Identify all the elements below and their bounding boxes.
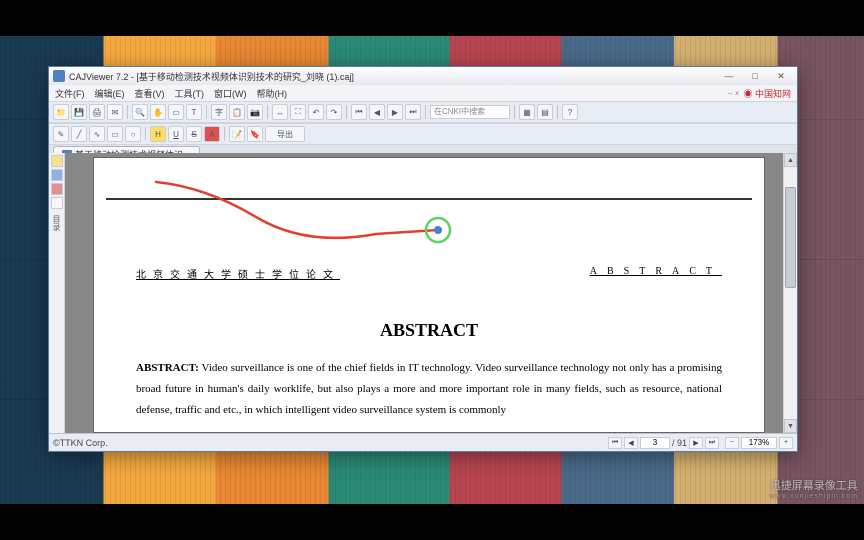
- pen-annotation: [146, 172, 466, 262]
- layout-button-1[interactable]: ▦: [519, 104, 535, 120]
- abstract-label: ABSTRACT:: [136, 362, 199, 374]
- zoom-level-input[interactable]: [741, 437, 777, 449]
- status-prev-button[interactable]: ◀: [624, 437, 638, 449]
- rotate-right-button[interactable]: ↷: [326, 104, 342, 120]
- scroll-track[interactable]: [784, 167, 797, 419]
- search-button[interactable]: 🔍: [132, 104, 148, 120]
- strikethrough-button[interactable]: S: [186, 126, 202, 142]
- cnki-search-input[interactable]: 在CNKI中搜索: [430, 105, 510, 119]
- sidebar-tools: 目录: [49, 153, 65, 433]
- eraser-tool[interactable]: [51, 197, 63, 209]
- highlight-button[interactable]: H: [150, 126, 166, 142]
- page-total-label: / 91: [672, 438, 687, 448]
- export-button[interactable]: 导出: [265, 126, 305, 142]
- menu-help[interactable]: 帮助(H): [257, 87, 288, 100]
- menu-window[interactable]: 窗口(W): [214, 87, 247, 100]
- scroll-thumb[interactable]: [785, 187, 796, 288]
- select-button[interactable]: ▭: [168, 104, 184, 120]
- page-number-input[interactable]: [640, 437, 670, 449]
- mail-button[interactable]: ✉: [107, 104, 123, 120]
- abstract-text: Video surveillance is one of the chief f…: [136, 362, 722, 416]
- mdi-buttons[interactable]: – ×: [728, 89, 739, 98]
- page-navigation: ⏮ ◀ / 91 ▶ ⏭: [608, 437, 719, 449]
- header-chinese: 北京交通大学硕士学位论文: [136, 266, 340, 281]
- recorder-watermark: 迅捷屏幕录像工具 www.xunjieshipin.com: [770, 477, 858, 500]
- titlebar[interactable]: CAJViewer 7.2 - [基于移动检测技术视频体识别技术的研究_刘晓 (…: [49, 67, 797, 85]
- document-viewport[interactable]: 北京交通大学硕士学位论文 ABSTRACT ABSTRACT ABSTRACT:…: [65, 153, 783, 433]
- header-english: ABSTRACT: [590, 266, 722, 281]
- content-area: 目录 北京交通大学硕士学位论文 ABSTRACT ABSTRACT: [49, 153, 797, 433]
- window-title: CAJViewer 7.2 - [基于移动检测技术视频体识别技术的研究_刘晓 (…: [69, 70, 717, 83]
- fit-width-button[interactable]: ↔: [272, 104, 288, 120]
- menu-tools[interactable]: 工具(T): [175, 87, 205, 100]
- menubar: 文件(F) 编辑(E) 查看(V) 工具(T) 窗口(W) 帮助(H) – × …: [49, 85, 797, 101]
- status-first-button[interactable]: ⏮: [608, 437, 622, 449]
- document-page: 北京交通大学硕士学位论文 ABSTRACT ABSTRACT ABSTRACT:…: [93, 157, 765, 433]
- highlight-blue-tool[interactable]: [51, 169, 63, 181]
- next-page-button[interactable]: ▶: [387, 104, 403, 120]
- toolbar-row-2: ✎ ╱ ∿ ▭ ○ H U S A 📝 🔖 导出: [49, 123, 797, 145]
- close-button[interactable]: ✕: [769, 69, 793, 83]
- rotate-left-button[interactable]: ↶: [308, 104, 324, 120]
- document-title: ABSTRACT: [106, 320, 752, 341]
- color-button[interactable]: A: [204, 126, 220, 142]
- app-icon: [53, 70, 65, 82]
- watermark-line-2: www.xunjieshipin.com: [770, 493, 858, 500]
- open-button[interactable]: 📁: [53, 104, 69, 120]
- annotate-line-button[interactable]: ╱: [71, 126, 87, 142]
- page-running-header: 北京交通大学硕士学位论文 ABSTRACT: [136, 266, 722, 281]
- layout-button-2[interactable]: ▤: [537, 104, 553, 120]
- menu-view[interactable]: 查看(V): [135, 87, 165, 100]
- document-body: ABSTRACT: Video surveillance is one of t…: [136, 358, 722, 421]
- minimize-button[interactable]: —: [717, 69, 741, 83]
- scroll-down-button[interactable]: ▼: [784, 419, 797, 433]
- first-page-button[interactable]: ⏮: [351, 104, 367, 120]
- ocr-button[interactable]: 字: [211, 104, 227, 120]
- save-button[interactable]: 💾: [71, 104, 87, 120]
- highlight-yellow-tool[interactable]: [51, 155, 63, 167]
- prev-page-button[interactable]: ◀: [369, 104, 385, 120]
- zoom-controls: − +: [725, 437, 793, 449]
- status-last-button[interactable]: ⏭: [705, 437, 719, 449]
- copy-button[interactable]: 📋: [229, 104, 245, 120]
- menu-edit[interactable]: 编辑(E): [95, 87, 125, 100]
- zoom-out-button[interactable]: −: [725, 437, 739, 449]
- page-header-rule: [106, 198, 752, 200]
- vertical-scrollbar[interactable]: ▲ ▼: [783, 153, 797, 433]
- fit-page-button[interactable]: ⛶: [290, 104, 306, 120]
- scroll-up-button[interactable]: ▲: [784, 153, 797, 167]
- app-window: CAJViewer 7.2 - [基于移动检测技术视频体识别技术的研究_刘晓 (…: [48, 66, 798, 452]
- letterbox-bottom: [0, 504, 864, 540]
- print-button[interactable]: 🖨: [89, 104, 105, 120]
- note-button[interactable]: 📝: [229, 126, 245, 142]
- bookmark-button[interactable]: 🔖: [247, 126, 263, 142]
- annotate-rect-button[interactable]: ▭: [107, 126, 123, 142]
- snapshot-button[interactable]: 📷: [247, 104, 263, 120]
- status-next-button[interactable]: ▶: [689, 437, 703, 449]
- highlight-red-tool[interactable]: [51, 183, 63, 195]
- watermark-line-1: 迅捷屏幕录像工具: [770, 477, 858, 493]
- underline-button[interactable]: U: [168, 126, 184, 142]
- hand-tool-button[interactable]: ✋: [150, 104, 166, 120]
- last-page-button[interactable]: ⏭: [405, 104, 421, 120]
- annotate-pen-button[interactable]: ✎: [53, 126, 69, 142]
- sidebar-outline-label[interactable]: 目录: [51, 215, 62, 231]
- letterbox-top: [0, 0, 864, 36]
- menu-file[interactable]: 文件(F): [55, 87, 85, 100]
- zoom-in-button[interactable]: +: [779, 437, 793, 449]
- annotate-ellipse-button[interactable]: ○: [125, 126, 141, 142]
- statusbar: ©TTKN Corp. ⏮ ◀ / 91 ▶ ⏭ − +: [49, 433, 797, 451]
- status-copyright: ©TTKN Corp.: [53, 438, 602, 448]
- annotate-curve-button[interactable]: ∿: [89, 126, 105, 142]
- maximize-button[interactable]: □: [743, 69, 767, 83]
- cnki-link[interactable]: ◉ 中国知网: [743, 87, 791, 100]
- text-select-button[interactable]: T: [186, 104, 202, 120]
- toolbar-row-1: 📁 💾 🖨 ✉ 🔍 ✋ ▭ T 字 📋 📷 ↔ ⛶ ↶ ↷ ⏮ ◀ ▶ ⏭ 在C…: [49, 101, 797, 123]
- help-button[interactable]: ?: [562, 104, 578, 120]
